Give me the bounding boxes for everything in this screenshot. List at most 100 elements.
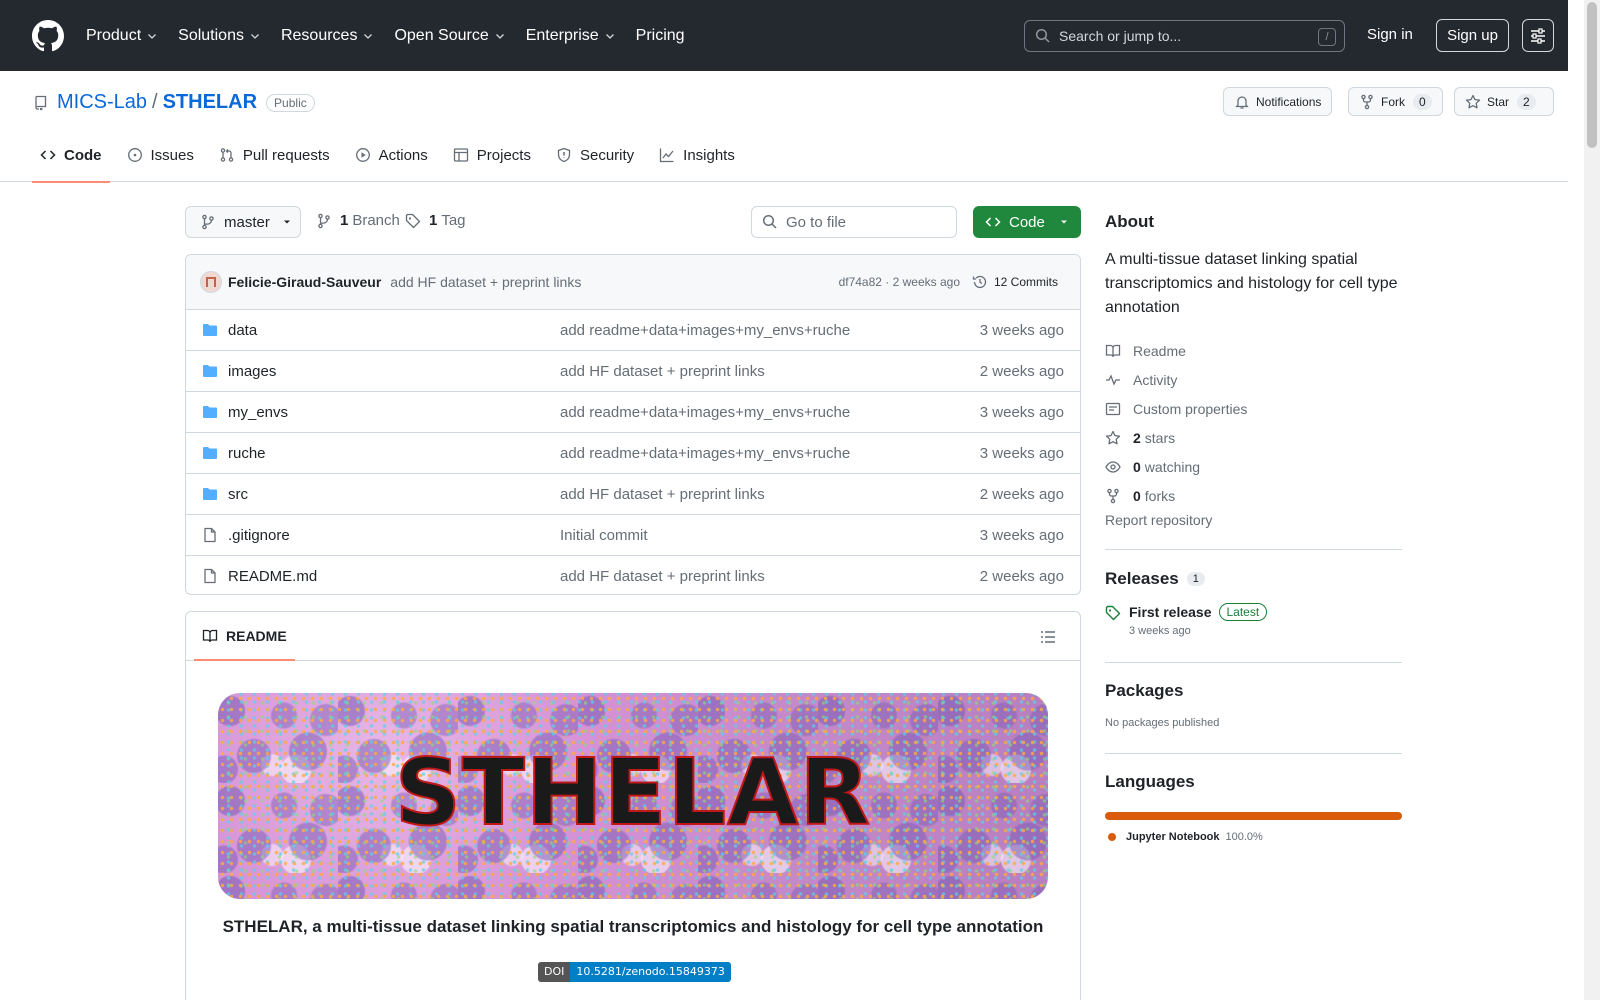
list-outline-icon[interactable] xyxy=(1040,629,1056,645)
file-commit-message[interactable]: add HF dataset + preprint links xyxy=(560,363,765,380)
tab-projects[interactable]: Projects xyxy=(445,142,539,182)
file-row[interactable]: .gitignore Initial commit 3 weeks ago xyxy=(186,515,1080,556)
packages-heading[interactable]: Packages xyxy=(1105,681,1402,701)
commits-count: 12 Commits xyxy=(993,275,1058,289)
file-name-link[interactable]: data xyxy=(228,322,257,339)
commits-link[interactable]: 12 Commits xyxy=(972,274,1058,290)
avatar[interactable] xyxy=(200,271,222,293)
search-input[interactable]: Search or jump to... / xyxy=(1024,20,1345,52)
language-percent: 100.0% xyxy=(1225,831,1263,843)
commit-author[interactable]: Felicie-Giraud-Sauveur xyxy=(228,274,381,290)
file-name-link[interactable]: README.md xyxy=(228,568,317,585)
chevron-down-icon xyxy=(495,33,504,39)
code-dropdown-button[interactable]: Code xyxy=(973,206,1081,238)
star-button[interactable]: Star 2 xyxy=(1454,87,1554,116)
about-section: About A multi-tissue dataset linking spa… xyxy=(1105,212,1402,528)
file-row[interactable]: src add HF dataset + preprint links 2 week… xyxy=(186,474,1080,515)
file-name-link[interactable]: my_envs xyxy=(228,404,288,421)
nav-solutions[interactable]: Solutions xyxy=(178,27,261,45)
scrollbar[interactable] xyxy=(1584,0,1600,1000)
repo-title: MICS-Lab / STHELAR Public xyxy=(33,91,315,114)
releases-heading[interactable]: Releases 1 xyxy=(1105,569,1402,589)
global-header: Product Solutions Resources Open Source … xyxy=(0,0,1568,71)
releases-heading-label: Releases xyxy=(1105,569,1179,588)
tab-label: Insights xyxy=(683,146,735,164)
folder-icon xyxy=(203,447,217,459)
forks-link[interactable]: 0 forks xyxy=(1105,481,1402,510)
nav-resources[interactable]: Resources xyxy=(281,27,374,45)
readme-title: STHELAR, a multi-tissue dataset linking … xyxy=(222,917,1044,936)
file-name-link[interactable]: src xyxy=(228,486,248,503)
file-name-link[interactable]: ruche xyxy=(228,445,266,462)
search-placeholder: Search or jump to... xyxy=(1059,28,1182,44)
tab-label: Actions xyxy=(378,146,428,164)
readme-link[interactable]: Readme xyxy=(1105,336,1402,365)
readme-tab[interactable]: README xyxy=(226,628,287,644)
scrollbar-thumb[interactable] xyxy=(1587,2,1597,148)
sign-up-button[interactable]: Sign up xyxy=(1436,19,1509,52)
file-commit-message[interactable]: add HF dataset + preprint links xyxy=(560,568,765,585)
fork-icon xyxy=(1107,488,1119,503)
tab-security[interactable]: Security xyxy=(548,142,642,182)
branches-link[interactable]: 1 Branch xyxy=(316,212,400,229)
tab-insights[interactable]: Insights xyxy=(651,142,743,182)
repo-name-link[interactable]: STHELAR xyxy=(163,91,257,114)
activity-link[interactable]: Activity xyxy=(1105,365,1402,394)
tab-actions[interactable]: Actions xyxy=(347,142,436,182)
graph-icon xyxy=(660,148,674,163)
tab-pull-requests[interactable]: Pull requests xyxy=(211,142,338,182)
file-row[interactable]: images add HF dataset + preprint links 2 w… xyxy=(186,351,1080,392)
file-commit-message[interactable]: add readme+data+images+my_envs+ruche xyxy=(560,322,850,339)
repo-owner-link[interactable]: MICS-Lab xyxy=(57,91,147,114)
go-to-file-input[interactable]: Go to file xyxy=(751,206,957,238)
stars-link[interactable]: 2 stars xyxy=(1105,423,1402,452)
releases-section: Releases 1 First release Latest 3 weeks a… xyxy=(1105,569,1402,637)
branch-icon xyxy=(318,213,330,228)
release-name[interactable]: First release xyxy=(1129,604,1212,620)
tab-issues[interactable]: Issues xyxy=(119,142,202,182)
file-commit-message[interactable]: add HF dataset + preprint links xyxy=(560,486,765,503)
release-item[interactable]: First release Latest 3 weeks ago xyxy=(1105,603,1402,637)
custom-properties-link[interactable]: Custom properties xyxy=(1105,394,1402,423)
file-row[interactable]: README.md add HF dataset + preprint links… xyxy=(186,556,1080,594)
fork-button[interactable]: Fork 0 xyxy=(1348,87,1443,116)
nav-label: Resources xyxy=(280,26,358,44)
sidebar-divider xyxy=(1105,662,1402,663)
nav-enterprise[interactable]: Enterprise xyxy=(526,27,616,45)
nav-product[interactable]: Product xyxy=(86,27,158,45)
commit-hash-time[interactable]: df74a82 · 2 weeks ago xyxy=(839,275,960,289)
nav-label: Pricing xyxy=(635,26,685,44)
readme-link-label: Readme xyxy=(1133,342,1186,359)
file-commit-message[interactable]: add readme+data+images+my_envs+ruche xyxy=(560,445,850,462)
file-name-link[interactable]: images xyxy=(228,363,276,380)
branch-select-button[interactable]: master xyxy=(185,206,301,238)
tags-link[interactable]: 1 Tag xyxy=(405,212,466,229)
chevron-down-icon xyxy=(148,33,157,39)
github-logo-icon[interactable] xyxy=(32,19,64,52)
pulse-icon xyxy=(1106,373,1120,386)
notifications-button[interactable]: Notifications xyxy=(1223,87,1333,116)
tab-code[interactable]: Code xyxy=(32,142,110,183)
nav-pricing[interactable]: Pricing xyxy=(636,27,685,45)
report-repository-link[interactable]: Report repository xyxy=(1105,512,1402,528)
language-item[interactable]: Jupyter Notebook 100.0% xyxy=(1105,831,1402,843)
doi-label: DOI xyxy=(538,962,571,982)
nav-open-source[interactable]: Open Source xyxy=(394,27,505,45)
commit-message[interactable]: add HF dataset + preprint links xyxy=(390,274,581,290)
fork-count: 0 xyxy=(1413,93,1432,110)
file-row[interactable]: data add readme+data+images+my_envs+ruche… xyxy=(186,310,1080,351)
sign-in-link[interactable]: Sign in xyxy=(1367,26,1413,43)
readme-tab-underline xyxy=(194,659,295,661)
menu-button[interactable] xyxy=(1522,19,1554,52)
file-commit-message[interactable]: Initial commit xyxy=(560,527,648,544)
file-row[interactable]: my_envs add readme+data+images+my_envs+ru… xyxy=(186,392,1080,433)
forks-label: forks xyxy=(1144,487,1176,504)
file-browser: Felicie-Giraud-Sauveur add HF dataset + … xyxy=(185,254,1081,595)
issue-icon xyxy=(127,148,142,162)
file-name-link[interactable]: .gitignore xyxy=(228,527,290,544)
watching-link[interactable]: 0 watching xyxy=(1105,452,1402,481)
file-commit-message[interactable]: add readme+data+images+my_envs+ruche xyxy=(560,404,850,421)
file-row[interactable]: ruche add readme+data+images+my_envs+ruch… xyxy=(186,433,1080,474)
language-color-dot xyxy=(1108,833,1116,841)
doi-badge[interactable]: DOI 10.5281/zenodo.15849373 xyxy=(538,962,731,982)
